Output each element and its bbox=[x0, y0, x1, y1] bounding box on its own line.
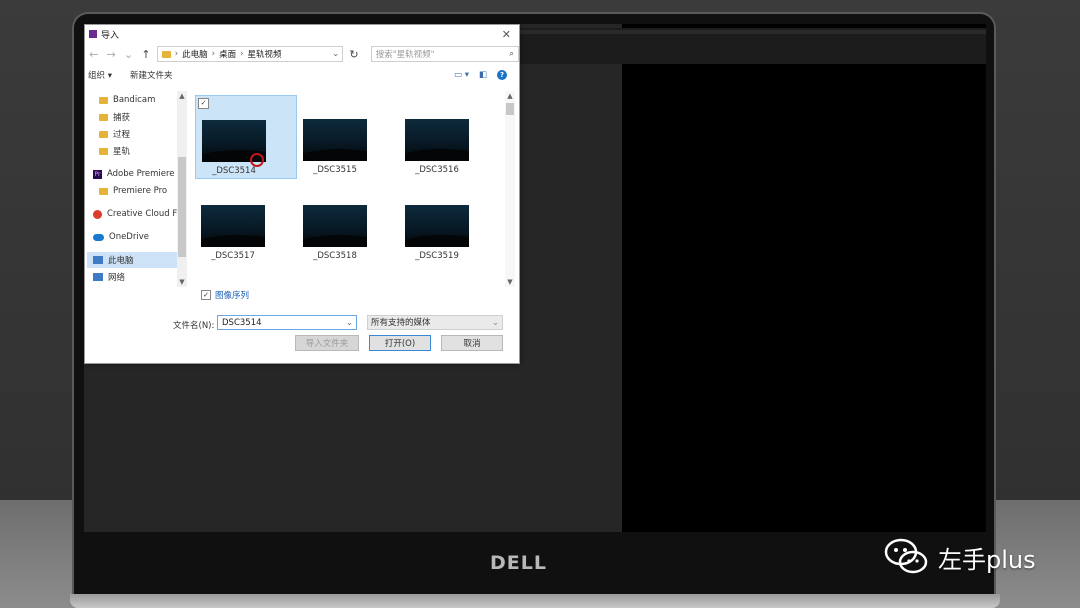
help-icon[interactable]: ? bbox=[497, 70, 507, 80]
image-thumbnail bbox=[303, 205, 367, 247]
file-item[interactable]: _DSC3516 bbox=[399, 95, 501, 179]
nav-scroll-thumb[interactable] bbox=[178, 157, 186, 257]
file-grid: ✓ _DSC3514 _DSC3515 _DSC3516 _DSC3517 _D… bbox=[195, 95, 495, 285]
file-item[interactable]: _DSC3519 bbox=[399, 181, 501, 265]
network-icon bbox=[93, 273, 103, 281]
organize-button[interactable]: 组织 ▾ bbox=[88, 69, 112, 81]
scroll-up-icon[interactable]: ▲ bbox=[177, 92, 187, 100]
grid-scrollbar[interactable]: ▲ ▼ bbox=[505, 91, 515, 287]
close-icon[interactable]: ✕ bbox=[502, 28, 511, 41]
nav-item-star-trails[interactable]: 星轨 bbox=[87, 143, 187, 159]
premiere-icon: Pr bbox=[93, 169, 102, 179]
watermark-text: 左手plus bbox=[938, 545, 1036, 574]
file-item[interactable]: _DSC3515 bbox=[297, 95, 399, 179]
chevron-down-icon[interactable]: ⌄ bbox=[346, 316, 353, 331]
address-bar[interactable]: › 此电脑 › 桌面 › 星轨视频 ⌄ bbox=[156, 46, 344, 62]
import-folder-button[interactable]: 导入文件夹 bbox=[295, 335, 359, 351]
preview-pane-icon[interactable]: ◧ bbox=[479, 70, 487, 80]
onedrive-icon bbox=[93, 233, 104, 241]
search-icon: ⌕ bbox=[509, 49, 514, 59]
creative-cloud-icon bbox=[93, 209, 102, 219]
back-arrow-icon[interactable]: ← bbox=[87, 48, 100, 61]
refresh-icon[interactable]: ↻ bbox=[347, 48, 360, 61]
scroll-down-icon[interactable]: ▼ bbox=[505, 278, 515, 286]
view-options-icon[interactable]: ▭ ▾ bbox=[454, 70, 469, 80]
forward-arrow-icon[interactable]: → bbox=[104, 48, 117, 61]
nav-item-bandicam[interactable]: Bandicam bbox=[87, 92, 187, 108]
filename-label: 文件名(N): bbox=[173, 321, 215, 331]
folder-icon bbox=[99, 130, 108, 138]
breadcrumb-star-trails[interactable]: 星轨视频 bbox=[248, 48, 282, 60]
cancel-button[interactable]: 取消 bbox=[441, 335, 503, 351]
scroll-down-icon[interactable]: ▼ bbox=[177, 278, 187, 286]
breadcrumb-this-pc[interactable]: 此电脑 bbox=[182, 48, 208, 60]
dialog-title: 导入 bbox=[101, 30, 120, 41]
address-dropdown-icon[interactable]: ⌄ bbox=[332, 49, 339, 59]
folder-icon bbox=[99, 147, 108, 155]
click-indicator-icon bbox=[250, 153, 264, 167]
file-item[interactable]: ✓ _DSC3514 bbox=[195, 95, 297, 179]
address-row: ← → ⌄ ↑ › 此电脑 › 桌面 › 星轨视频 ⌄ ↻ 搜索"星轨视频" ⌕ bbox=[85, 43, 519, 65]
nav-item-network[interactable]: 网络 bbox=[87, 269, 187, 285]
search-input[interactable]: 搜索"星轨视频" ⌕ bbox=[370, 46, 519, 62]
nav-item-capture[interactable]: 捕获 bbox=[87, 109, 187, 125]
chevron-down-icon[interactable]: ⌄ bbox=[492, 316, 499, 331]
laptop-base bbox=[70, 594, 1000, 608]
grid-scroll-thumb[interactable] bbox=[506, 103, 514, 115]
nav-item-creative-cloud[interactable]: Creative Cloud F bbox=[87, 206, 187, 222]
premiere-app-icon bbox=[89, 30, 97, 38]
app-header-line bbox=[518, 30, 986, 34]
scroll-up-icon[interactable]: ▲ bbox=[505, 92, 515, 100]
image-thumbnail bbox=[405, 205, 469, 247]
new-folder-button[interactable]: 新建文件夹 bbox=[130, 69, 173, 81]
laptop-brand-logo: DELL bbox=[490, 552, 547, 574]
wechat-icon bbox=[884, 536, 930, 578]
navigation-pane: Bandicam 捕获 过程 星轨 Pr Adobe Premiere Premi… bbox=[87, 91, 187, 287]
image-thumbnail bbox=[303, 119, 367, 161]
import-dialog: 导入 ✕ ← → ⌄ ↑ › 此电脑 › 桌面 › 星轨视频 ⌄ ↻ 搜索"星轨… bbox=[84, 24, 520, 364]
image-thumbnail bbox=[405, 119, 469, 161]
folder-icon bbox=[99, 113, 108, 121]
image-sequence-label: 图像序列 bbox=[215, 291, 250, 301]
nav-scrollbar[interactable]: ▲ ▼ bbox=[177, 91, 187, 287]
watermark: 左手plus bbox=[884, 536, 1036, 578]
nav-item-premiere-pro[interactable]: Premiere Pro bbox=[87, 183, 187, 199]
nav-item-this-pc[interactable]: 此电脑 bbox=[87, 252, 187, 268]
filename-input[interactable]: DSC3514 ⌄ bbox=[217, 315, 357, 330]
image-sequence-checkbox[interactable]: ✓ bbox=[201, 290, 211, 300]
file-item[interactable]: _DSC3517 bbox=[195, 181, 297, 265]
nav-item-onedrive[interactable]: OneDrive bbox=[87, 229, 187, 245]
folder-icon bbox=[161, 50, 171, 58]
dialog-toolbar: 组织 ▾ 新建文件夹 ▭ ▾ ◧ ? bbox=[85, 65, 519, 85]
up-arrow-icon[interactable]: ↑ bbox=[139, 48, 152, 61]
dialog-titlebar: 导入 ✕ bbox=[85, 25, 519, 43]
image-thumbnail bbox=[201, 205, 265, 247]
computer-icon bbox=[93, 256, 103, 264]
dropdown-chevron-icon[interactable]: ⌄ bbox=[122, 48, 135, 61]
nav-item-adobe-premiere[interactable]: Pr Adobe Premiere bbox=[87, 166, 187, 182]
select-checkbox[interactable]: ✓ bbox=[198, 98, 209, 109]
folder-icon bbox=[99, 96, 108, 104]
filetype-select[interactable]: 所有支持的媒体 ⌄ bbox=[367, 315, 503, 330]
nav-item-process[interactable]: 过程 bbox=[87, 126, 187, 142]
breadcrumb-desktop[interactable]: 桌面 bbox=[219, 48, 236, 60]
dialog-body: Bandicam 捕获 过程 星轨 Pr Adobe Premiere Premi… bbox=[85, 91, 517, 287]
image-sequence-option[interactable]: ✓ 图像序列 bbox=[201, 289, 249, 301]
open-button[interactable]: 打开(O) bbox=[369, 335, 431, 351]
folder-icon bbox=[99, 187, 108, 195]
file-item[interactable]: _DSC3518 bbox=[297, 181, 399, 265]
